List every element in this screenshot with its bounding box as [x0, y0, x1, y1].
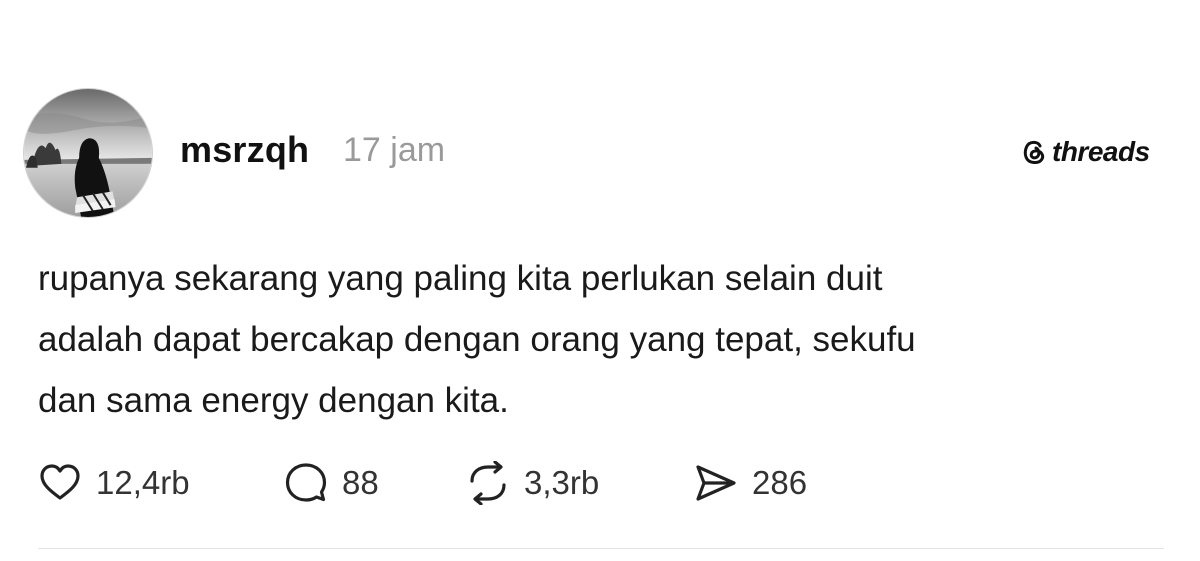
post-body: rupanya sekarang yang paling kita perluk…: [38, 248, 1168, 431]
send-icon: [696, 465, 736, 501]
like-button[interactable]: 12,4rb: [38, 458, 190, 508]
post-text-line: adalah dapat bercakap dengan orang yang …: [38, 320, 916, 359]
speech-bubble-icon: [285, 463, 327, 502]
divider: [38, 548, 1164, 549]
share-count: 286: [752, 464, 808, 501]
post-text-line: rupanya sekarang yang paling kita perluk…: [38, 259, 883, 298]
heart-icon: [40, 464, 80, 500]
threads-icon: [1023, 140, 1045, 165]
share-button[interactable]: 286: [694, 458, 807, 508]
repost-button[interactable]: 3,3rb: [466, 458, 599, 508]
comment-count: 88: [342, 464, 379, 501]
threads-post: msrzqh 17 jam threads rupanya sekarang y…: [0, 0, 1200, 561]
avatar[interactable]: [23, 88, 153, 218]
post-timestamp: 17 jam: [343, 131, 446, 169]
threads-logo[interactable]: threads: [1020, 132, 1150, 172]
brand-name: threads: [1052, 136, 1150, 167]
repost-count: 3,3rb: [524, 464, 600, 501]
repost-arrows-icon: [470, 461, 506, 505]
username[interactable]: msrzqh: [180, 128, 309, 172]
post-text-line: dan sama energy dengan kita.: [38, 381, 509, 420]
comment-button[interactable]: 88: [284, 458, 379, 508]
like-count: 12,4rb: [96, 464, 190, 501]
avatar-photo: [24, 89, 152, 217]
